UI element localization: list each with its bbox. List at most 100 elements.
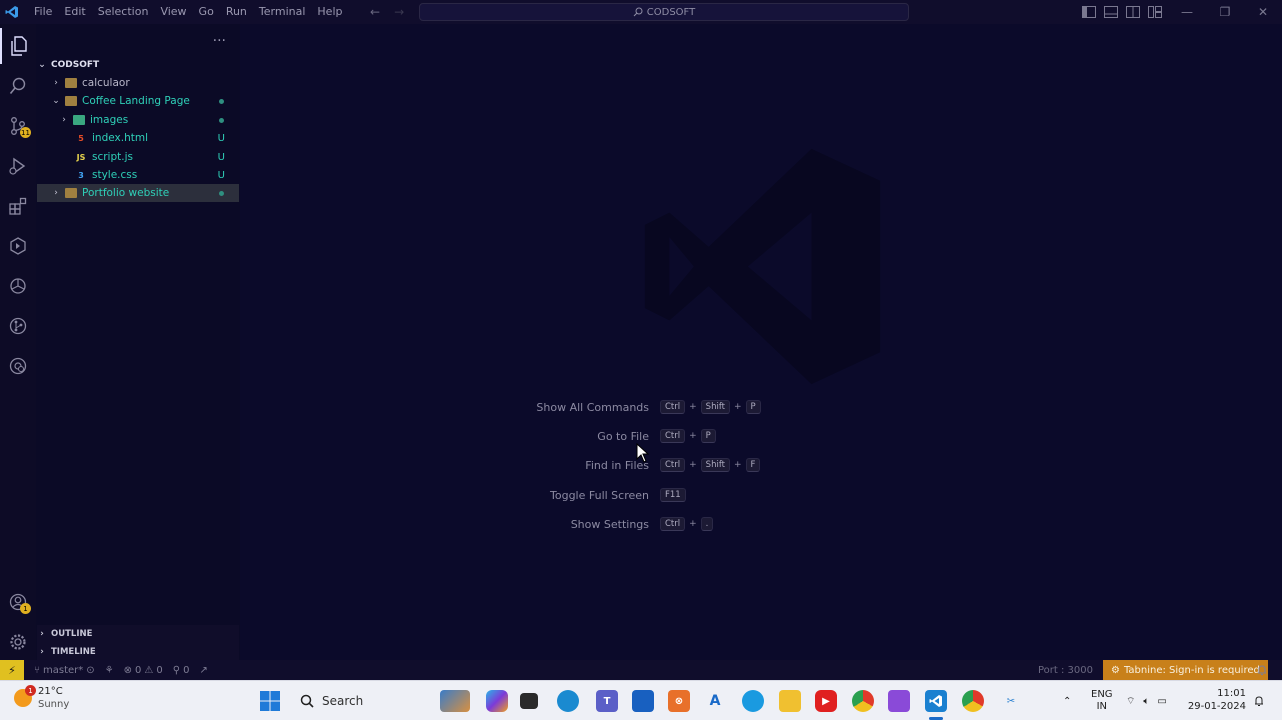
git-graph-icon[interactable] [0,308,36,344]
battery-icon: ▭ [1157,695,1167,707]
notification-center-icon[interactable] [1253,681,1265,720]
command-center-label: CODSOFT [646,6,696,18]
messenger-icon[interactable] [742,690,764,712]
windows-start-icon[interactable] [259,690,281,712]
language-indicator[interactable]: ENG IN [1091,681,1113,720]
tree-item-images[interactable]: › images [37,111,239,129]
toggle-primary-sidebar-icon[interactable] [1082,6,1096,18]
menu-go[interactable]: Go [193,0,220,24]
weather-widget[interactable]: 1 21°C Sunny [14,685,69,711]
key-cap: P [700,429,716,443]
xampp-icon[interactable]: ⊗ [668,690,690,712]
close-button[interactable]: ✕ [1244,0,1282,24]
accounts-icon[interactable]: 1 [0,584,36,620]
edge-browser-icon[interactable] [557,690,579,712]
menu-terminal[interactable]: Terminal [253,0,312,24]
widgets-icon[interactable] [440,690,470,712]
tree-item-calculaor[interactable]: › calculaor [37,74,239,92]
translator-icon[interactable]: A [704,690,726,712]
problems-indicator[interactable]: ⊗ 0 ⚠ 0 [124,665,163,676]
tree-item-coffee-landing-page[interactable]: ⌄ Coffee Landing Page [37,92,239,110]
title-bar: File Edit Selection View Go Run Terminal… [0,0,1282,24]
key-cap: F [745,458,761,472]
branch-icon: ⑂ [34,664,40,676]
taskbar-search[interactable]: Search [292,689,420,713]
outline-section[interactable]: › OUTLINE [37,625,239,643]
chrome-profile-icon[interactable] [962,690,984,712]
tree-item-script-js[interactable]: JS script.js U [37,148,239,166]
branch-indicator[interactable]: ⑂ master* ⊙ [34,665,95,676]
run-debug-icon[interactable] [0,148,36,184]
chevron-down-icon: ⌄ [52,96,60,106]
javascript-icon: JS [76,152,86,162]
menu-help[interactable]: Help [311,0,348,24]
source-control-icon[interactable]: 11 [0,108,36,144]
branch-label: master* [43,664,84,676]
folder-explorer-icon[interactable] [779,690,801,712]
teams-icon[interactable]: T [596,690,618,712]
explorer-icon[interactable] [0,28,36,64]
remote-indicator-icon[interactable]: ⚡ [0,660,24,680]
settings-gear-icon[interactable] [0,624,36,660]
chatgpt-icon[interactable] [0,268,36,304]
plus-sign: + [689,431,697,441]
workspace-root[interactable]: ⌄ CODSOFT [37,56,239,74]
menu-selection[interactable]: Selection [92,0,155,24]
youtube-icon[interactable]: ▶ [815,690,837,712]
restore-button[interactable]: ❐ [1206,0,1244,24]
search-icon[interactable] [0,68,36,104]
more-actions-icon[interactable]: ··· [213,33,226,49]
tree-item-style-css[interactable]: 3 style.css U [37,166,239,184]
menu-run[interactable]: Run [220,0,253,24]
search-icon [633,7,643,17]
command-center-search[interactable]: CODSOFT [419,3,909,21]
live-share-icon[interactable] [0,348,36,384]
chrome-icon[interactable] [852,690,874,712]
volume-icon: 🔈︎ [1143,695,1150,707]
timeline-section[interactable]: › TIMELINE [37,643,239,661]
ports-indicator[interactable]: ⚲ 0 [173,665,190,676]
shortcut-go-to-file[interactable]: Go to File Ctrl + P [449,428,718,444]
minimize-button[interactable]: — [1168,0,1206,24]
remote-explorer-icon[interactable] [0,228,36,264]
shortcut-label: Toggle Full Screen [550,488,649,502]
tree-item-index-html[interactable]: 5 index.html U [37,129,239,147]
tabnine-status[interactable]: ⚙ Tabnine: Sign-in is required [1103,660,1268,680]
editor-area[interactable]: Show All Commands Ctrl + Shift + P Go to… [240,24,1282,660]
source-control-graph-icon[interactable]: ⚘ [105,665,114,676]
live-share-status-icon[interactable]: ↗ [199,665,207,676]
microsoft-store-icon[interactable] [632,690,654,712]
plus-sign: + [689,460,697,470]
toggle-secondary-sidebar-icon[interactable] [1126,6,1140,18]
forward-arrow-icon[interactable]: → [394,5,404,19]
menu-edit[interactable]: Edit [58,0,91,24]
menu-file[interactable]: File [28,0,58,24]
extensions-icon[interactable] [0,188,36,224]
shortcut-show-all-commands[interactable]: Show All Commands Ctrl + Shift + P [449,399,763,415]
show-hidden-icons-chevron[interactable]: ⌃ [1063,681,1071,720]
warning-count: 0 [156,664,163,676]
notifications-bell-icon[interactable] [1256,660,1268,680]
visual-studio-icon[interactable] [888,690,910,712]
snipping-tool-icon[interactable]: ✂ [1000,690,1022,712]
clock[interactable]: 11:01 29-01-2024 [1188,687,1246,713]
shortcut-find-in-files[interactable]: Find in Files Ctrl + Shift + F [449,457,762,473]
vscode-watermark-logo [644,148,881,385]
vscode-logo-icon [0,0,24,24]
back-arrow-icon[interactable]: ← [370,5,380,19]
file-explorer-dark-icon[interactable] [520,693,538,709]
system-tray[interactable]: ⌔ 🔈︎ ▭ [1126,681,1167,720]
key-cap: Ctrl [660,458,686,472]
accounts-badge: 1 [20,603,31,614]
ports-count: 0 [183,664,190,676]
copilot-icon[interactable] [486,690,508,712]
customize-layout-icon[interactable] [1148,6,1162,18]
shortcut-show-settings[interactable]: Show Settings Ctrl + . [449,516,715,532]
menu-view[interactable]: View [154,0,192,24]
tree-item-portfolio-website[interactable]: › Portfolio website [37,184,239,202]
key-cap: F11 [660,488,686,502]
toggle-panel-icon[interactable] [1104,6,1118,18]
live-server-port[interactable]: Port : 3000 [1038,660,1093,680]
vscode-taskbar-icon[interactable] [925,690,947,712]
shortcut-toggle-full-screen[interactable]: Toggle Full Screen F11 [449,487,688,503]
